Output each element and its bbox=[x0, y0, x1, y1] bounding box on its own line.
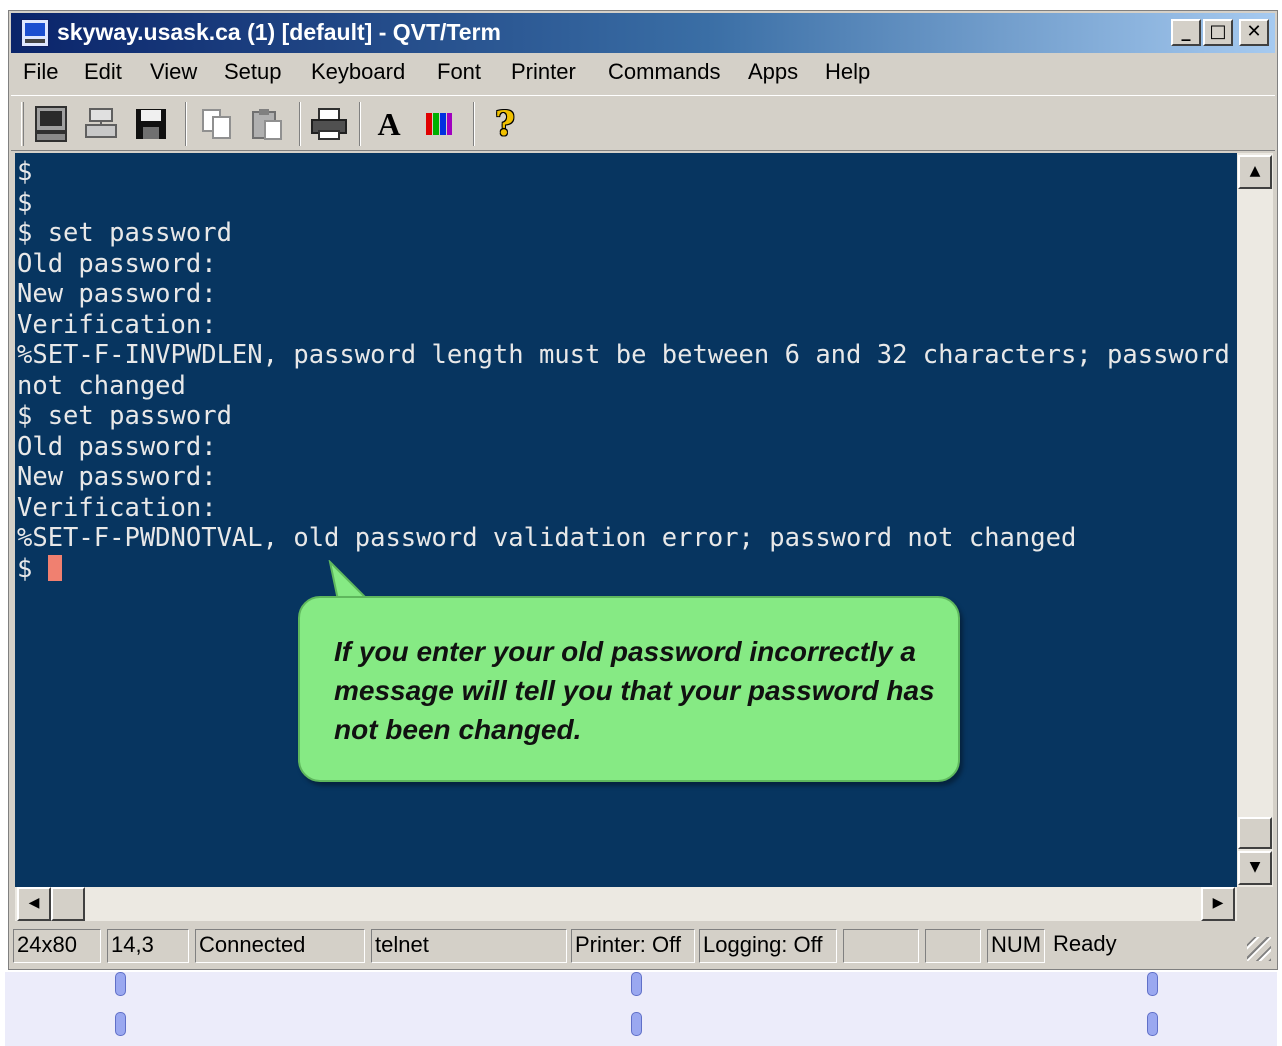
page-pin bbox=[1147, 1012, 1158, 1036]
callout-bubble: If you enter your old password incorrect… bbox=[298, 596, 960, 782]
printer-icon[interactable] bbox=[309, 104, 349, 144]
horizontal-scroll-thumb[interactable] bbox=[51, 887, 85, 921]
terminal-prompt: $ bbox=[17, 553, 48, 584]
title-bar[interactable]: skyway.usask.ca (1) [default] - QVT/Term… bbox=[11, 13, 1275, 53]
terminal-line: Verification: bbox=[17, 309, 217, 340]
terminal-line: %SET-F-PWDNOTVAL, old password validatio… bbox=[17, 523, 1077, 553]
status-bar: 24x80 14,3 Connected telnet Printer: Off… bbox=[11, 925, 1275, 965]
status-empty-panel bbox=[843, 929, 919, 963]
status-protocol: telnet bbox=[371, 929, 567, 963]
app-icon[interactable] bbox=[21, 19, 49, 47]
help-glyph: ? bbox=[495, 104, 515, 144]
text-cursor bbox=[47, 554, 62, 581]
scroll-down-button[interactable]: ▼ bbox=[1238, 851, 1272, 885]
status-num-lock: NUM bbox=[987, 929, 1045, 963]
status-cursor-position: 14,3 bbox=[107, 929, 189, 963]
terminal-line: Old password: bbox=[17, 431, 217, 462]
font-icon[interactable]: A bbox=[369, 104, 409, 144]
toolbar-separator bbox=[359, 102, 361, 146]
menu-help[interactable]: Help bbox=[825, 59, 870, 85]
toolbar-separator bbox=[185, 102, 187, 146]
menu-commands[interactable]: Commands bbox=[608, 59, 720, 85]
toolbar-separator bbox=[473, 102, 475, 146]
menu-file[interactable]: File bbox=[23, 59, 58, 85]
terminal-line: $ set password bbox=[17, 401, 232, 431]
menu-setup[interactable]: Setup bbox=[224, 59, 282, 85]
page-pin bbox=[631, 972, 642, 996]
font-glyph: A bbox=[377, 105, 401, 142]
callout-text: If you enter your old password incorrect… bbox=[334, 636, 935, 745]
terminal-line: Old password: bbox=[17, 248, 217, 279]
terminal-line: $ set password bbox=[17, 218, 232, 248]
callout-pointer bbox=[328, 560, 370, 600]
vertical-scroll-thumb[interactable] bbox=[1238, 817, 1272, 849]
toolbar-separator bbox=[299, 102, 301, 146]
scroll-left-button[interactable]: ◀ bbox=[17, 887, 51, 921]
status-printer: Printer: Off bbox=[571, 929, 695, 963]
page-pin bbox=[631, 1012, 642, 1036]
status-screen-size: 24x80 bbox=[13, 929, 101, 963]
page-pin bbox=[115, 972, 126, 996]
menu-printer[interactable]: Printer bbox=[511, 59, 576, 85]
minimize-button[interactable]: _ bbox=[1171, 19, 1201, 46]
save-disk-icon[interactable] bbox=[131, 104, 171, 144]
terminal-icon[interactable] bbox=[31, 104, 71, 144]
copy-icon[interactable] bbox=[197, 104, 237, 144]
toolbar: A ? bbox=[11, 95, 1275, 151]
terminal-output: $ $ $ set password Old password: New pas… bbox=[17, 157, 1230, 584]
terminal-line: New password: bbox=[17, 462, 217, 492]
menu-view[interactable]: View bbox=[150, 59, 197, 85]
toolbar-grip[interactable] bbox=[21, 102, 24, 146]
terminal-line: Verification: bbox=[17, 492, 217, 523]
terminal-line: New password: bbox=[17, 279, 217, 309]
maximize-button[interactable]: □ bbox=[1203, 19, 1233, 46]
close-button[interactable]: ✕ bbox=[1239, 19, 1269, 46]
status-logging: Logging: Off bbox=[699, 929, 837, 963]
paste-icon[interactable] bbox=[247, 104, 287, 144]
window-title: skyway.usask.ca (1) [default] - QVT/Term bbox=[57, 19, 501, 45]
scroll-up-button[interactable]: ▲ bbox=[1238, 155, 1272, 189]
page-pin bbox=[1147, 972, 1158, 996]
terminal-window: skyway.usask.ca (1) [default] - QVT/Term… bbox=[8, 10, 1278, 970]
resize-grip[interactable] bbox=[1247, 937, 1271, 961]
scroll-right-button[interactable]: ▶ bbox=[1201, 887, 1235, 921]
help-icon[interactable]: ? bbox=[485, 104, 525, 144]
vertical-scrollbar[interactable]: ▲ ▼ bbox=[1237, 153, 1273, 887]
color-bars-icon[interactable] bbox=[419, 104, 459, 144]
scrollbar-corner bbox=[1237, 887, 1273, 921]
terminal-line: $ bbox=[17, 187, 33, 218]
status-empty-panel bbox=[925, 929, 981, 963]
terminal-line: %SET-F-INVPWDLEN, password length must b… bbox=[17, 340, 1230, 370]
horizontal-scrollbar[interactable]: ◀ ▶ bbox=[15, 887, 1237, 921]
network-icon[interactable] bbox=[81, 104, 121, 144]
terminal-line: not changed bbox=[17, 370, 186, 401]
status-ready: Ready bbox=[1053, 931, 1117, 956]
page-pin bbox=[115, 1012, 126, 1036]
menu-edit[interactable]: Edit bbox=[84, 59, 122, 85]
menu-apps[interactable]: Apps bbox=[748, 59, 798, 85]
bottom-strip bbox=[5, 972, 1277, 1046]
status-connection: Connected bbox=[195, 929, 365, 963]
menu-keyboard[interactable]: Keyboard bbox=[311, 59, 405, 85]
menu-bar: File Edit View Setup Keyboard Font Print… bbox=[11, 55, 1275, 93]
menu-font[interactable]: Font bbox=[437, 59, 481, 85]
terminal-line: $ bbox=[17, 157, 33, 187]
